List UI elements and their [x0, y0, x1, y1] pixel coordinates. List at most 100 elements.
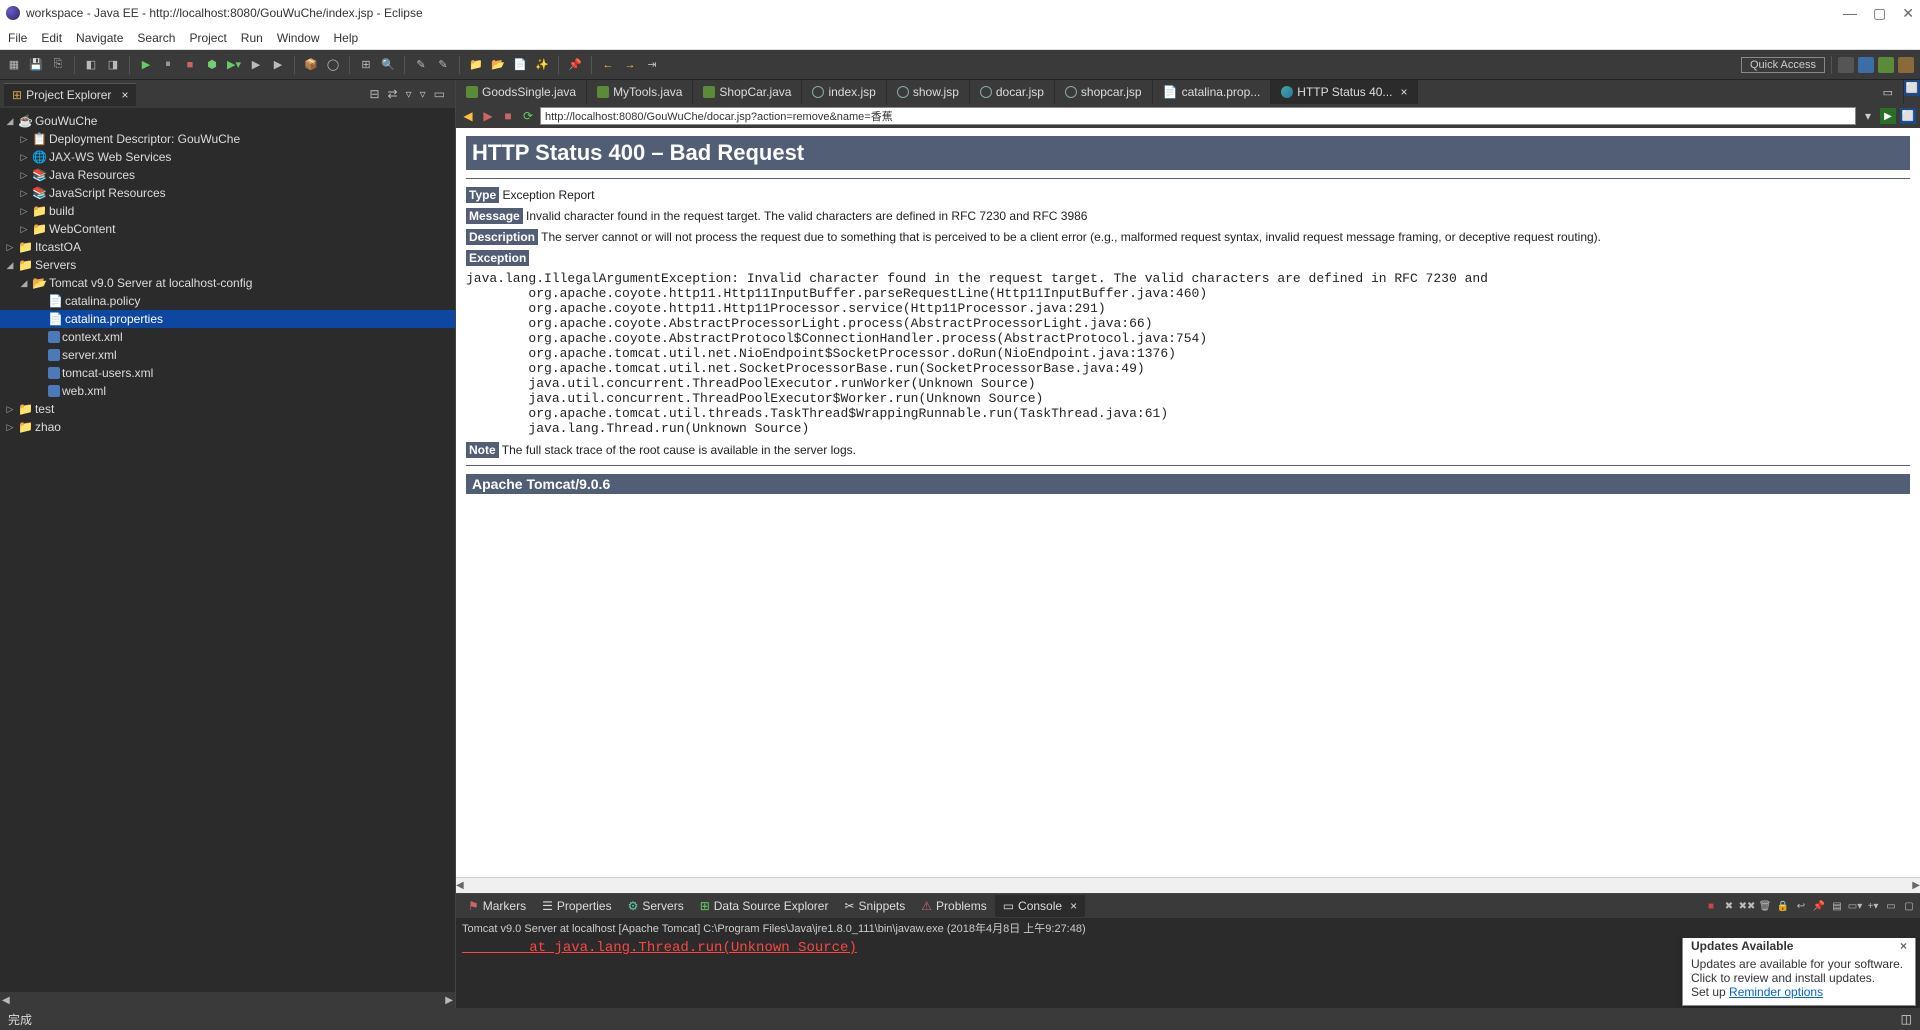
expand-icon[interactable]: ◢: [4, 260, 16, 271]
tree-item[interactable]: tomcat-users.xml: [62, 366, 153, 380]
folder-icon[interactable]: 📁: [468, 57, 484, 73]
debug-perspective-icon[interactable]: [1878, 57, 1894, 73]
tree-item[interactable]: build: [49, 204, 74, 218]
scroll-left-icon[interactable]: ◀: [2, 995, 10, 1006]
editor-tab-active[interactable]: HTTP Status 40...×: [1271, 80, 1418, 104]
stop-icon[interactable]: ■: [182, 57, 198, 73]
maximize-browser-button[interactable]: ⬜: [1900, 108, 1916, 124]
menu-search[interactable]: Search: [137, 31, 175, 45]
run-server-icon[interactable]: ▶: [248, 57, 264, 73]
url-input[interactable]: [540, 107, 1856, 125]
nav-last-icon[interactable]: ⇥: [644, 57, 660, 73]
menu-run[interactable]: Run: [241, 31, 263, 45]
scroll-lock-icon[interactable]: 🔒: [1776, 899, 1790, 913]
editor-tab[interactable]: MyTools.java: [587, 80, 693, 104]
folder-icon[interactable]: 📂: [490, 57, 506, 73]
java-perspective-icon[interactable]: [1898, 57, 1914, 73]
editor-tab[interactable]: ShopCar.java: [693, 80, 802, 104]
search-icon[interactable]: 🔍: [380, 57, 396, 73]
pin-console-icon[interactable]: 📌: [1812, 899, 1826, 913]
expand-icon[interactable]: ◢: [4, 116, 16, 127]
minimize-icon[interactable]: ▭: [1884, 899, 1898, 913]
tree-item[interactable]: server.xml: [62, 348, 117, 362]
open-perspective-icon[interactable]: [1838, 57, 1854, 73]
menu-edit[interactable]: Edit: [41, 31, 62, 45]
open-console-icon[interactable]: ▭▾: [1848, 899, 1862, 913]
expand-icon[interactable]: ▷: [18, 170, 30, 181]
url-dropdown-icon[interactable]: ▾: [1860, 108, 1876, 124]
close-icon[interactable]: ×: [1400, 85, 1407, 99]
new-icon[interactable]: ▦: [6, 57, 22, 73]
expand-icon[interactable]: ▷: [4, 404, 16, 415]
new-class-icon[interactable]: ◯: [325, 57, 341, 73]
minimize-icon[interactable]: ▭: [434, 87, 445, 101]
stop-icon[interactable]: ■: [500, 108, 516, 124]
nav-back-icon[interactable]: ←: [600, 57, 616, 73]
tree-item[interactable]: ItcastOA: [35, 240, 81, 254]
editor-tab[interactable]: shopcar.jsp: [1055, 80, 1153, 104]
tree-item[interactable]: web.xml: [62, 384, 106, 398]
open-type-icon[interactable]: ⊞: [358, 57, 374, 73]
expand-icon[interactable]: ▷: [18, 224, 30, 235]
run-icon[interactable]: ▶: [138, 57, 154, 73]
scroll-right-icon[interactable]: ▶: [1912, 880, 1920, 891]
tab-servers[interactable]: ⚙Servers: [620, 895, 692, 917]
pin-icon[interactable]: 📌: [567, 57, 583, 73]
console-body[interactable]: at java.lang.Thread.run(Unknown Source) …: [456, 938, 1920, 1008]
reminder-options-link[interactable]: Reminder options: [1729, 985, 1823, 999]
pause-icon[interactable]: ⏸: [160, 57, 176, 73]
tree-item[interactable]: JavaScript Resources: [49, 186, 166, 200]
run-dropdown-icon[interactable]: ▶▾: [226, 57, 242, 73]
terminate-icon[interactable]: ■: [1704, 899, 1718, 913]
editor-tab[interactable]: GoodsSingle.java: [456, 80, 587, 104]
quick-access-input[interactable]: Quick Access: [1741, 57, 1825, 73]
editor-tab[interactable]: index.jsp: [802, 80, 886, 104]
expand-icon[interactable]: ◢: [18, 278, 30, 289]
expand-icon[interactable]: ▷: [4, 422, 16, 433]
toggle-icon[interactable]: ◧: [83, 57, 99, 73]
window-minimize-button[interactable]: —: [1843, 5, 1857, 21]
go-button[interactable]: ▶: [1880, 108, 1896, 124]
tree-item[interactable]: Servers: [35, 258, 76, 272]
scroll-right-icon[interactable]: ▶: [445, 995, 453, 1006]
save-icon[interactable]: 💾: [28, 57, 44, 73]
back-icon[interactable]: ◀: [460, 108, 476, 124]
java-ee-perspective-icon[interactable]: [1858, 57, 1874, 73]
tab-console[interactable]: ▭Console×: [995, 895, 1085, 917]
tree-item[interactable]: JAX-WS Web Services: [49, 150, 171, 164]
collapse-all-icon[interactable]: ⊟: [369, 87, 379, 101]
tree-item[interactable]: WebContent: [49, 222, 116, 236]
save-all-icon[interactable]: ⎘: [50, 57, 66, 73]
editor-tab[interactable]: 📄catalina.prop...: [1153, 80, 1272, 104]
focus-icon[interactable]: ▿: [406, 87, 412, 101]
link-editor-icon[interactable]: ⇄: [388, 87, 398, 101]
close-icon[interactable]: ×: [1900, 939, 1907, 953]
tab-data-source-explorer[interactable]: ⊞Data Source Explorer: [692, 895, 837, 917]
expand-icon[interactable]: ▷: [18, 134, 30, 145]
toggle-icon[interactable]: ◨: [105, 57, 121, 73]
project-explorer-tab[interactable]: ⊞ Project Explorer ×: [4, 83, 136, 106]
expand-icon[interactable]: ▷: [4, 242, 16, 253]
window-maximize-button[interactable]: ▢: [1873, 5, 1886, 22]
external-tools-icon[interactable]: ▶: [270, 57, 286, 73]
expand-icon[interactable]: ▷: [18, 188, 30, 199]
tree-item[interactable]: Tomcat v9.0 Server at localhost-config: [49, 276, 252, 290]
tree-item[interactable]: test: [35, 402, 54, 416]
tree-item[interactable]: Deployment Descriptor: GouWuChe: [49, 132, 240, 146]
tab-snippets[interactable]: ✂Snippets: [836, 895, 913, 917]
tab-markers[interactable]: ⚑Markers: [460, 895, 534, 917]
word-wrap-icon[interactable]: ↩: [1794, 899, 1808, 913]
editor-tab[interactable]: show.jsp: [887, 80, 970, 104]
tree-item[interactable]: catalina.properties: [65, 312, 163, 326]
window-close-button[interactable]: ✕: [1902, 5, 1914, 22]
clear-icon[interactable]: 🗑: [1758, 899, 1772, 913]
tab-properties[interactable]: ☰Properties: [534, 895, 619, 917]
debug-icon[interactable]: ⬢: [204, 57, 220, 73]
menu-file[interactable]: File: [8, 31, 27, 45]
editor-tab[interactable]: docar.jsp: [970, 80, 1055, 104]
tree-item[interactable]: Java Resources: [49, 168, 135, 182]
tab-problems[interactable]: ⚠Problems: [913, 895, 994, 917]
close-icon[interactable]: ×: [1070, 899, 1077, 913]
expand-icon[interactable]: ▷: [18, 152, 30, 163]
menu-window[interactable]: Window: [277, 31, 320, 45]
